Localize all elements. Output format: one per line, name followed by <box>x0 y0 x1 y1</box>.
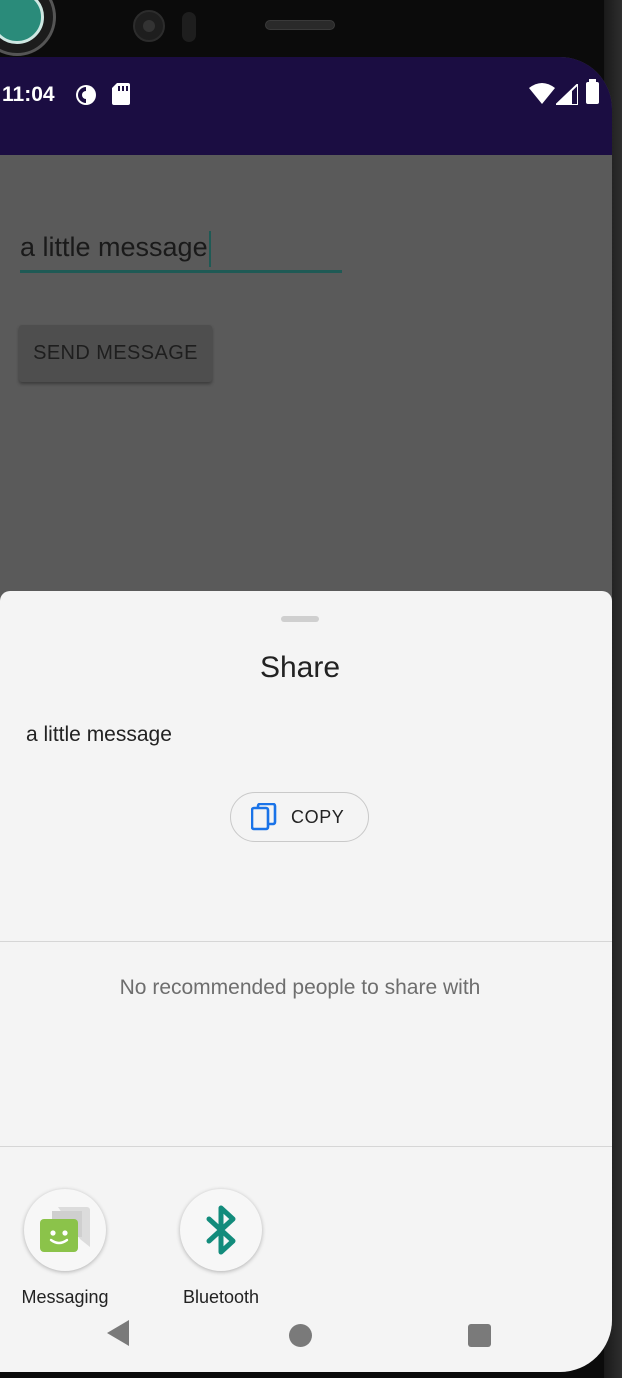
back-icon[interactable] <box>105 1318 131 1353</box>
data-saver-icon <box>74 83 98 112</box>
proximity-sensor <box>182 12 196 42</box>
front-camera <box>133 10 165 42</box>
copy-button[interactable]: COPY <box>230 792 369 842</box>
app-content: a little message SEND MESSAGE <box>0 155 612 591</box>
copy-label: COPY <box>291 807 345 827</box>
shared-text-preview: a little message <box>26 723 172 746</box>
home-icon[interactable] <box>289 1324 312 1347</box>
wifi-icon <box>529 83 555 110</box>
emulator-dock-icon <box>0 0 56 56</box>
messaging-app-icon <box>24 1189 106 1271</box>
text-cursor <box>208 230 211 267</box>
battery-icon <box>586 79 599 104</box>
share-target-messaging[interactable]: Messaging <box>5 1189 125 1319</box>
sheet-drag-handle[interactable] <box>281 616 319 622</box>
divider <box>0 1146 612 1147</box>
message-input[interactable]: a little message <box>20 227 342 273</box>
message-input-text: a little message <box>20 232 208 262</box>
share-target-bluetooth[interactable]: Bluetooth <box>161 1189 281 1319</box>
recents-icon[interactable] <box>468 1324 491 1347</box>
share-sheet: Share a little message COPY No recommend… <box>0 591 612 1372</box>
copy-icon <box>250 802 277 836</box>
status-bar: 11:04 <box>0 57 612 155</box>
no-recommendations-text: No recommended people to share with <box>119 976 481 999</box>
send-message-button[interactable]: SEND MESSAGE <box>19 325 212 382</box>
status-time: 11:04 <box>2 83 55 106</box>
bluetooth-icon <box>180 1189 262 1271</box>
phone-frame: 11:04 a little message SEND MESSAGE Shar… <box>0 0 622 1378</box>
navigation-bar <box>0 1301 612 1372</box>
share-sheet-title: Share <box>259 651 341 684</box>
screen: 11:04 a little message SEND MESSAGE Shar… <box>0 57 612 1372</box>
sd-card-icon <box>112 83 130 110</box>
earpiece-speaker <box>265 20 335 30</box>
divider <box>0 941 612 942</box>
cell-signal-icon <box>553 81 579 110</box>
